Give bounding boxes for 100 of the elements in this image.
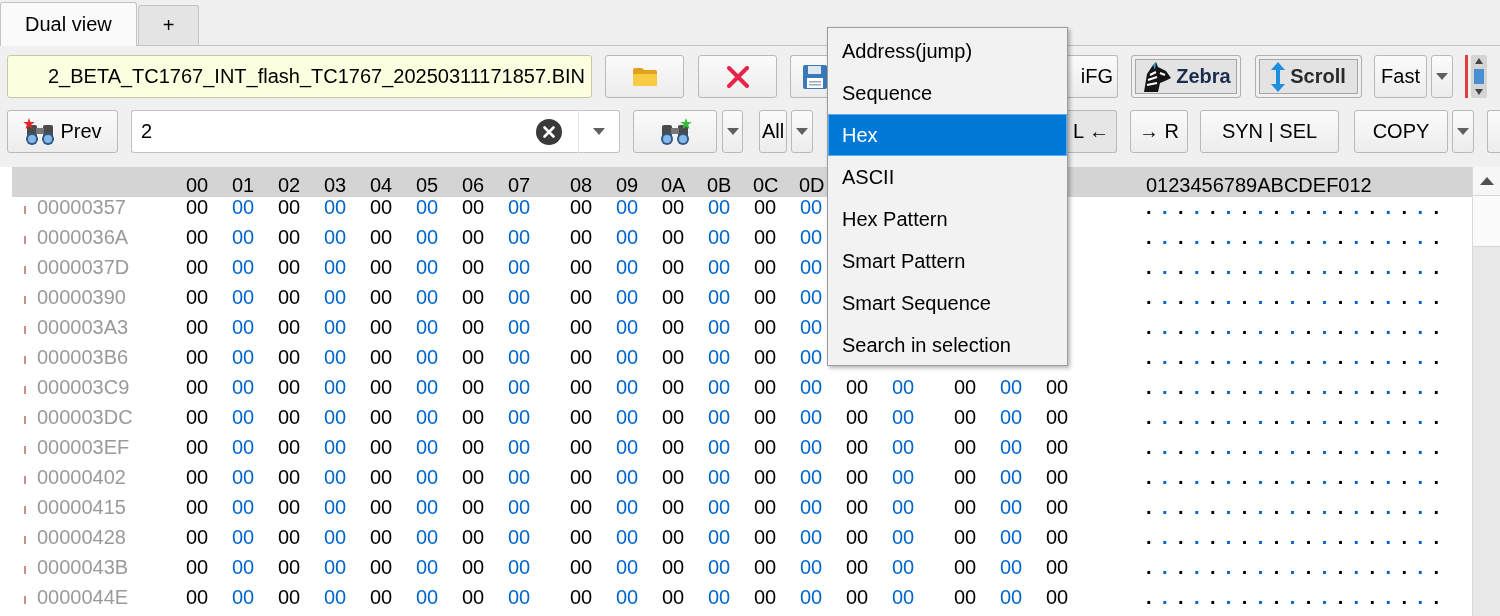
scroll-up-button[interactable] bbox=[1473, 167, 1500, 195]
gutter-tick-icon bbox=[24, 446, 26, 454]
byte-cell: 00 bbox=[461, 197, 485, 217]
dropdown-button[interactable] bbox=[1431, 55, 1453, 98]
byte-cell: 00 bbox=[185, 527, 209, 547]
toolbar-button[interactable]: iFG bbox=[1068, 55, 1118, 98]
scrollbar-thumb[interactable] bbox=[1473, 195, 1500, 247]
byte-cell: 00 bbox=[799, 407, 823, 427]
byte-cell: 00 bbox=[461, 407, 485, 427]
menu-item[interactable]: Search in selection bbox=[828, 324, 1067, 366]
byte-cell: 00 bbox=[707, 287, 731, 307]
address-cell-text: 00000357 bbox=[37, 197, 127, 217]
byte-cell: 00 bbox=[753, 317, 777, 337]
next-button[interactable] bbox=[633, 110, 717, 153]
byte-cell: 00 bbox=[231, 197, 255, 217]
dropdown-button[interactable] bbox=[578, 110, 620, 153]
ascii-cell: ................... bbox=[1146, 437, 1439, 457]
byte-cell: 00 bbox=[323, 317, 347, 337]
toolbar-button[interactable]: → R bbox=[1130, 110, 1188, 153]
gutter-tick-icon bbox=[24, 356, 26, 364]
byte-cell: 00 bbox=[415, 317, 439, 337]
ascii-cell: ................... bbox=[1146, 347, 1439, 367]
byte-cell: 00 bbox=[891, 557, 915, 577]
byte-cell: 00 bbox=[231, 317, 255, 337]
byte-cell: 00 bbox=[415, 227, 439, 247]
toggle-button[interactable]: Scroll bbox=[1255, 55, 1362, 98]
byte-cell: 00 bbox=[323, 467, 347, 487]
byte-cell: 00 bbox=[799, 317, 823, 337]
file-path-field[interactable]: 2_BETA_TC1767_INT_flash_TC1767_20250311171857.BIN bbox=[7, 55, 592, 98]
byte-cell: 00 bbox=[753, 257, 777, 277]
byte-cell: 00 bbox=[615, 257, 639, 277]
byte-cell: 00 bbox=[999, 467, 1023, 487]
menu-item[interactable]: Smart Pattern bbox=[828, 240, 1067, 282]
byte-cell: 00 bbox=[707, 437, 731, 457]
clear-icon[interactable] bbox=[536, 118, 562, 145]
search-field[interactable]: 2 bbox=[131, 110, 578, 153]
byte-cell: 00 bbox=[999, 497, 1023, 517]
menu-item[interactable]: ASCII bbox=[828, 156, 1067, 198]
byte-cell: 00 bbox=[461, 527, 485, 547]
dropdown-button[interactable] bbox=[722, 110, 743, 153]
byte-cell: 00 bbox=[415, 257, 439, 277]
tab[interactable]: + bbox=[137, 5, 200, 45]
menu-item[interactable]: Address(jump) bbox=[828, 30, 1067, 72]
gutter-tick-icon bbox=[24, 236, 26, 244]
byte-cell: 00 bbox=[277, 497, 301, 517]
tab[interactable]: Dual view bbox=[0, 2, 137, 46]
dropdown-button[interactable] bbox=[791, 110, 813, 153]
byte-cell: 00 bbox=[461, 377, 485, 397]
scrollbar-track[interactable] bbox=[1472, 167, 1500, 616]
byte-cell: 00 bbox=[461, 317, 485, 337]
byte-cell: 00 bbox=[753, 557, 777, 577]
save-button[interactable] bbox=[790, 55, 827, 98]
toolbar-button[interactable]: SYN | SEL bbox=[1200, 110, 1339, 153]
scroll-bar-icon[interactable] bbox=[1465, 55, 1487, 98]
scope-dropdown[interactable]: All bbox=[759, 110, 787, 153]
byte-cell: 00 bbox=[369, 377, 393, 397]
byte-cell: 00 bbox=[661, 557, 685, 577]
byte-cell: 00 bbox=[507, 257, 531, 277]
ascii-cell: ................... bbox=[1146, 587, 1439, 607]
address-cell-text: 00000390 bbox=[37, 287, 127, 307]
byte-cell: 00 bbox=[507, 347, 531, 367]
byte-cell: 00 bbox=[1045, 497, 1069, 517]
menu-item[interactable]: Sequence bbox=[828, 72, 1067, 114]
up-down-arrow-icon bbox=[1271, 61, 1286, 92]
byte-cell: 00 bbox=[231, 527, 255, 547]
byte-cell: 00 bbox=[415, 557, 439, 577]
byte-cell: 00 bbox=[369, 437, 393, 457]
byte-cell: 00 bbox=[753, 497, 777, 517]
toggle-button[interactable]: Zebra bbox=[1131, 55, 1241, 98]
byte-cell: 00 bbox=[185, 557, 209, 577]
menu-item[interactable]: Hex Pattern bbox=[828, 198, 1067, 240]
byte-cell: 00 bbox=[323, 257, 347, 277]
toolbar-button[interactable]: L ← bbox=[1068, 110, 1117, 153]
byte-cell: 00 bbox=[953, 437, 977, 457]
byte-cell: 00 bbox=[507, 467, 531, 487]
byte-cell: 00 bbox=[461, 227, 485, 247]
dropdown-button[interactable] bbox=[1452, 110, 1474, 153]
byte-cell: 00 bbox=[753, 347, 777, 367]
delete-button[interactable] bbox=[698, 55, 777, 98]
column-header: 04 bbox=[369, 173, 393, 197]
previous-button[interactable]: Prev bbox=[7, 110, 118, 153]
menu-item[interactable]: Hex bbox=[828, 114, 1067, 156]
byte-cell: 00 bbox=[323, 527, 347, 547]
menu-item[interactable]: Smart Sequence bbox=[828, 282, 1067, 324]
byte-cell: 00 bbox=[461, 557, 485, 577]
byte-cell: 00 bbox=[1045, 407, 1069, 427]
ascii-cell: ................... bbox=[1146, 557, 1439, 577]
byte-cell: 00 bbox=[277, 557, 301, 577]
byte-cell: 00 bbox=[661, 377, 685, 397]
byte-cell: 00 bbox=[277, 257, 301, 277]
byte-cell: 00 bbox=[799, 557, 823, 577]
byte-cell: 00 bbox=[323, 587, 347, 607]
column-header: 06 bbox=[461, 173, 485, 197]
byte-cell: 00 bbox=[369, 407, 393, 427]
copy-button[interactable]: COPY bbox=[1354, 110, 1448, 153]
byte-cell: 00 bbox=[845, 587, 869, 607]
byte-cell: 00 bbox=[231, 287, 255, 307]
speed-dropdown[interactable]: Fast bbox=[1374, 55, 1427, 98]
ascii-cell: ................... bbox=[1146, 227, 1439, 247]
gutter-tick-icon bbox=[24, 326, 26, 334]
